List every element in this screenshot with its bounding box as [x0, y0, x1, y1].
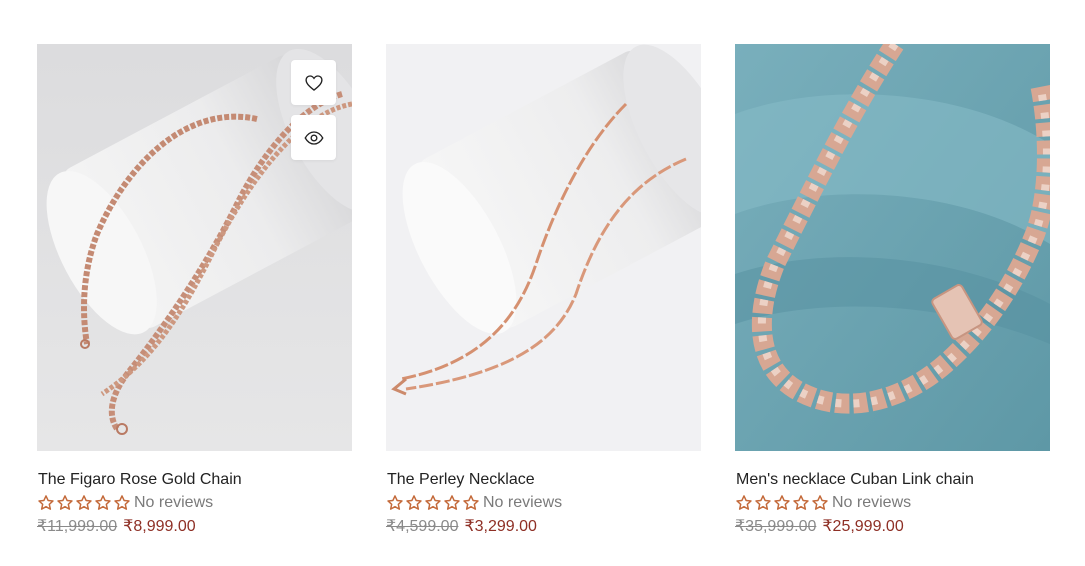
- product-price: ₹4,599.00 ₹3,299.00: [386, 516, 701, 536]
- product-image[interactable]: [386, 44, 701, 451]
- product-card[interactable]: The Figaro Rose Gold Chain No reviews ₹1…: [37, 44, 352, 536]
- star-outline-icon: [793, 495, 809, 510]
- compare-at-price: ₹11,999.00: [37, 518, 118, 535]
- star-outline-icon: [444, 495, 460, 510]
- sale-price: ₹25,999.00: [822, 518, 904, 535]
- rating-stars: [386, 494, 480, 512]
- review-count: No reviews: [134, 494, 214, 511]
- star-outline-icon: [774, 495, 790, 510]
- star-outline-icon: [425, 495, 441, 510]
- cuban-link-chain-image: [735, 44, 1050, 451]
- star-outline-icon: [38, 495, 54, 510]
- wishlist-button[interactable]: [291, 60, 336, 105]
- star-outline-icon: [114, 495, 130, 510]
- heart-icon: [304, 74, 323, 91]
- product-rating: No reviews: [37, 493, 352, 513]
- review-count: No reviews: [832, 494, 912, 511]
- product-rating: No reviews: [386, 493, 701, 513]
- perley-necklace-image: [386, 44, 701, 451]
- product-rating: No reviews: [735, 493, 1050, 513]
- product-price: ₹11,999.00 ₹8,999.00: [37, 516, 352, 536]
- star-outline-icon: [387, 495, 403, 510]
- product-image[interactable]: [37, 44, 352, 451]
- star-outline-icon: [463, 495, 479, 510]
- star-outline-icon: [406, 495, 422, 510]
- quick-view-button[interactable]: [291, 115, 336, 160]
- rating-stars: [37, 494, 131, 512]
- star-outline-icon: [76, 495, 92, 510]
- product-title[interactable]: Men's necklace Cuban Link chain: [735, 470, 1050, 490]
- product-grid: The Figaro Rose Gold Chain No reviews ₹1…: [37, 44, 1050, 536]
- rating-stars: [735, 494, 829, 512]
- product-card[interactable]: The Perley Necklace No reviews ₹4,599.00…: [386, 44, 701, 536]
- star-outline-icon: [755, 495, 771, 510]
- star-outline-icon: [736, 495, 752, 510]
- star-outline-icon: [95, 495, 111, 510]
- card-actions: [291, 60, 336, 160]
- star-outline-icon: [57, 495, 73, 510]
- eye-icon: [303, 130, 324, 145]
- compare-at-price: ₹4,599.00: [386, 518, 459, 535]
- sale-price: ₹3,299.00: [464, 518, 537, 535]
- product-image[interactable]: [735, 44, 1050, 451]
- product-price: ₹35,999.00 ₹25,999.00: [735, 516, 1050, 536]
- product-card[interactable]: Men's necklace Cuban Link chain No revie…: [735, 44, 1050, 536]
- compare-at-price: ₹35,999.00: [735, 518, 817, 535]
- product-title[interactable]: The Perley Necklace: [386, 470, 701, 490]
- product-title[interactable]: The Figaro Rose Gold Chain: [37, 470, 352, 490]
- sale-price: ₹8,999.00: [123, 518, 196, 535]
- review-count: No reviews: [483, 494, 563, 511]
- star-outline-icon: [812, 495, 828, 510]
